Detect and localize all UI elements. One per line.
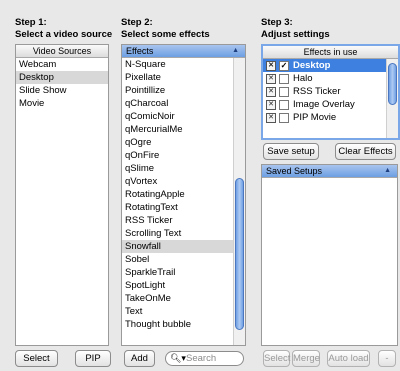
- effect-enabled-checkbox[interactable]: [279, 113, 289, 123]
- pip-button[interactable]: PIP: [75, 350, 111, 367]
- video-source-item[interactable]: Desktop: [16, 71, 108, 84]
- effect-item[interactable]: SparkleTrail: [122, 266, 234, 279]
- video-source-item[interactable]: Slide Show: [16, 84, 108, 97]
- effect-item[interactable]: qOgre: [122, 136, 234, 149]
- effect-in-use-item[interactable]: ✕ Image Overlay: [263, 98, 387, 111]
- saved-setups-header[interactable]: Saved Setups ▲: [262, 165, 397, 178]
- effect-in-use-label: Image Overlay: [293, 99, 355, 110]
- effects-in-use-list[interactable]: Effects in use ✕ ✓ Desktop ✕ Halo ✕ RSS Ticker…: [261, 44, 400, 140]
- remove-saved-button[interactable]: -: [378, 350, 396, 367]
- effects-in-use-header[interactable]: Effects in use: [263, 46, 398, 59]
- effect-item[interactable]: qComicNoir: [122, 110, 234, 123]
- remove-effect-icon[interactable]: ✕: [266, 87, 276, 97]
- select-source-button[interactable]: Select: [15, 350, 58, 367]
- effect-item[interactable]: qMercurialMe: [122, 123, 234, 136]
- saved-setups-list[interactable]: Saved Setups ▲: [261, 164, 398, 346]
- effect-item[interactable]: Sobel: [122, 253, 234, 266]
- video-sources-list[interactable]: Video Sources Webcam Desktop Slide Show Mov…: [15, 44, 109, 346]
- sort-ascending-icon: ▲: [232, 47, 239, 54]
- save-setup-button[interactable]: Save setup: [263, 143, 319, 160]
- select-saved-button[interactable]: Select: [263, 350, 290, 367]
- effects-search-field[interactable]: 🔍︎▾ Search: [165, 351, 244, 366]
- clear-effects-button[interactable]: Clear Effects: [335, 143, 396, 160]
- effect-in-use-label: RSS Ticker: [293, 86, 341, 97]
- effect-item[interactable]: RotatingText: [122, 201, 234, 214]
- effect-item[interactable]: SpotLight: [122, 279, 234, 292]
- video-source-item[interactable]: Movie: [16, 97, 108, 110]
- step1-label: Step 1: Select a video source: [15, 17, 113, 40]
- effect-enabled-checkbox[interactable]: ✓: [279, 61, 289, 71]
- remove-effect-icon[interactable]: ✕: [266, 61, 276, 71]
- step2-label: Step 2: Select some effects: [121, 17, 210, 40]
- effects-in-use-scroll-thumb[interactable]: [388, 63, 397, 105]
- effect-in-use-item[interactable]: ✕ Halo: [263, 72, 387, 85]
- effect-item[interactable]: qSlime: [122, 162, 234, 175]
- effect-in-use-label: PIP Movie: [293, 112, 337, 123]
- effects-scroll-thumb[interactable]: [235, 178, 244, 330]
- effect-item[interactable]: Text: [122, 305, 234, 318]
- effect-item[interactable]: N-Square: [122, 58, 234, 71]
- effect-item[interactable]: Thought bubble: [122, 318, 234, 331]
- remove-effect-icon[interactable]: ✕: [266, 113, 276, 123]
- effect-in-use-label: Halo: [293, 73, 313, 84]
- effect-item[interactable]: qOnFire: [122, 149, 234, 162]
- search-placeholder: Search: [186, 353, 217, 364]
- effect-in-use-item[interactable]: ✕ RSS Ticker: [263, 85, 387, 98]
- effect-enabled-checkbox[interactable]: [279, 74, 289, 84]
- effect-in-use-label: Desktop: [293, 60, 331, 71]
- effects-header[interactable]: Effects ▲: [122, 45, 245, 58]
- sort-ascending-icon: ▲: [384, 167, 391, 174]
- step3-label: Step 3: Adjust settings: [261, 17, 330, 40]
- effect-item[interactable]: TakeOnMe: [122, 292, 234, 305]
- effect-item[interactable]: RSS Ticker: [122, 214, 234, 227]
- effect-enabled-checkbox[interactable]: [279, 100, 289, 110]
- search-icon: 🔍︎▾: [170, 353, 186, 363]
- effect-enabled-checkbox[interactable]: [279, 87, 289, 97]
- effect-item[interactable]: Pixellate: [122, 71, 234, 84]
- auto-load-button[interactable]: Auto load: [327, 350, 370, 367]
- remove-effect-icon[interactable]: ✕: [266, 100, 276, 110]
- effect-item[interactable]: Pointillize: [122, 84, 234, 97]
- remove-effect-icon[interactable]: ✕: [266, 74, 276, 84]
- video-source-item[interactable]: Webcam: [16, 58, 108, 71]
- effects-in-use-scrollbar[interactable]: [386, 59, 398, 138]
- video-sources-header[interactable]: Video Sources: [16, 45, 108, 58]
- effects-scrollbar[interactable]: [233, 58, 245, 345]
- effect-in-use-item[interactable]: ✕ PIP Movie: [263, 111, 387, 124]
- effect-item[interactable]: qVortex: [122, 175, 234, 188]
- effect-item[interactable]: Snowfall: [122, 240, 234, 253]
- effect-item[interactable]: RotatingApple: [122, 188, 234, 201]
- effect-item[interactable]: Scrolling Text: [122, 227, 234, 240]
- effect-in-use-item[interactable]: ✕ ✓ Desktop: [263, 59, 387, 72]
- add-effect-button[interactable]: Add: [124, 350, 155, 367]
- effects-list[interactable]: Effects ▲ N-Square Pixellate Pointillize qCh…: [121, 44, 246, 346]
- effect-item[interactable]: qCharcoal: [122, 97, 234, 110]
- merge-button[interactable]: Merge: [292, 350, 320, 367]
